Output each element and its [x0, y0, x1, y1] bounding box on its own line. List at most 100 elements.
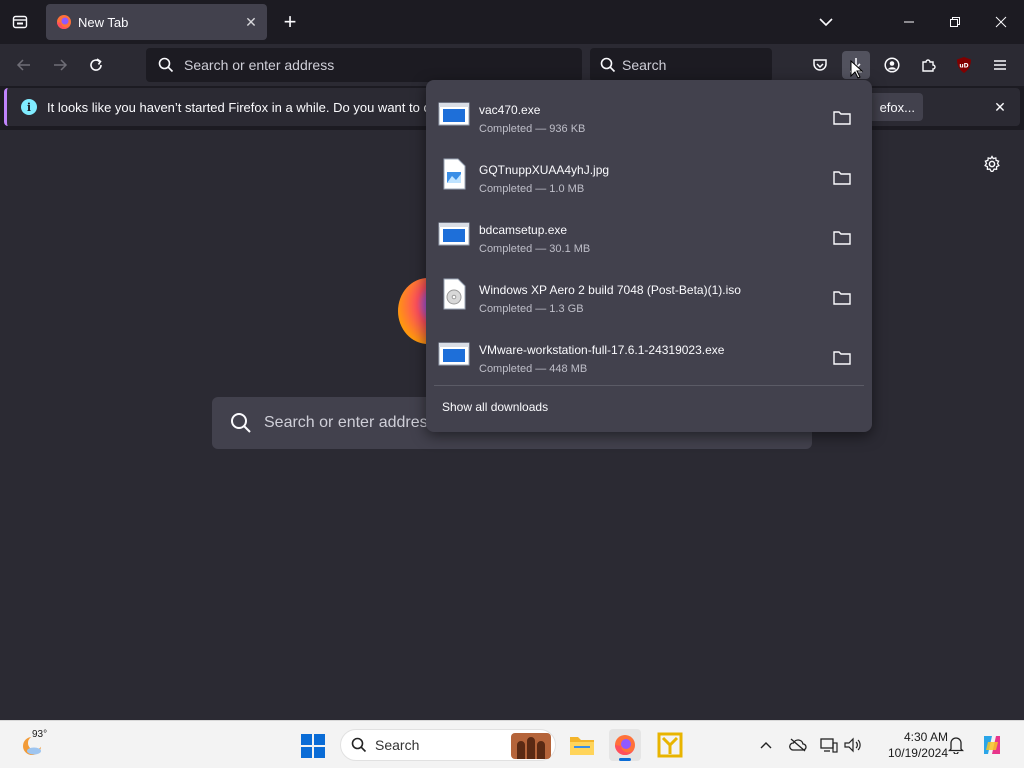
ublock-button[interactable]: uD [950, 51, 978, 79]
puzzle-icon [922, 59, 936, 72]
notifications-button[interactable] [945, 734, 967, 756]
search-icon [231, 413, 251, 433]
personalize-settings-button[interactable] [980, 152, 1004, 176]
minimize-button[interactable] [886, 0, 932, 44]
weather-temperature: 93° [32, 729, 48, 740]
reload-button[interactable] [82, 51, 110, 79]
copilot-icon [984, 736, 1000, 754]
download-filename: bdcamsetup.exe [479, 223, 568, 237]
folder-icon[interactable] [832, 229, 852, 247]
cloud-off-icon [789, 738, 807, 752]
search-icon [600, 57, 616, 73]
download-item[interactable]: vac470.exe Completed — 936 KB [426, 86, 872, 146]
close-icon [995, 16, 1007, 28]
firefox-icon [615, 735, 636, 755]
forward-button[interactable] [46, 51, 74, 79]
download-status: Completed — 936 KB [479, 123, 586, 135]
search-icon [351, 737, 367, 753]
exe-icon [438, 102, 470, 126]
tab-strip: New Tab ✕ + [0, 0, 1024, 44]
downloads-panel: vac470.exe Completed — 936 KB GQTnuppXUA… [426, 80, 872, 432]
list-all-tabs-button[interactable] [812, 8, 840, 36]
exe-icon [438, 342, 470, 366]
account-button[interactable] [878, 51, 906, 79]
minimize-icon [904, 21, 914, 23]
app-menu-button[interactable] [986, 51, 1014, 79]
download-item[interactable]: bdcamsetup.exe Completed — 30.1 MB [426, 206, 872, 266]
firefox-view-icon [12, 15, 28, 29]
bell-icon [948, 737, 964, 754]
onedrive-tray-button[interactable] [787, 734, 809, 756]
download-item[interactable]: VMware-workstation-full-17.6.1-24319023.… [426, 326, 872, 386]
pocket-button[interactable] [806, 51, 834, 79]
download-status: Completed — 1.0 MB [479, 183, 585, 195]
start-button[interactable] [300, 733, 326, 759]
show-hidden-icons-button[interactable] [755, 734, 777, 756]
tab-close-icon[interactable]: ✕ [239, 10, 263, 34]
network-icon [820, 738, 838, 753]
tab-new-tab[interactable]: New Tab ✕ [46, 4, 267, 40]
active-app-indicator [619, 758, 631, 761]
windows-taskbar: 93° Search 4:30 AM 10/19/2024 [0, 720, 1024, 768]
search-highlight-image [511, 733, 551, 759]
disc-icon [443, 278, 466, 310]
restore-icon [950, 17, 960, 27]
search-bar-placeholder: Search [622, 57, 667, 73]
mouse-cursor-icon [850, 60, 864, 79]
pinned-app-button[interactable] [654, 729, 686, 761]
url-bar[interactable]: Search or enter address [146, 48, 582, 82]
info-icon: i [21, 99, 37, 115]
reload-icon [90, 58, 102, 71]
url-bar-placeholder: Search or enter address [184, 57, 335, 73]
download-filename: VMware-workstation-full-17.6.1-24319023.… [479, 343, 725, 357]
download-status: Completed — 1.3 GB [479, 303, 584, 315]
download-filename: GQTnuppXUAA4yhJ.jpg [479, 163, 610, 177]
network-tray-button[interactable] [818, 734, 840, 756]
ublock-shield-icon: uD [957, 57, 971, 73]
new-tab-button[interactable]: + [276, 8, 304, 36]
back-button[interactable] [10, 51, 38, 79]
chevron-down-icon [819, 18, 833, 27]
show-all-downloads-button[interactable]: Show all downloads [442, 400, 548, 414]
restore-button[interactable] [932, 0, 978, 44]
windows-logo-icon [301, 734, 325, 758]
download-item[interactable]: Windows XP Aero 2 build 7048 (Post-Beta)… [426, 266, 872, 326]
close-window-button[interactable] [978, 0, 1024, 44]
taskbar-search-placeholder: Search [375, 737, 420, 753]
firefox-taskbar-button[interactable] [609, 729, 641, 761]
volume-tray-button[interactable] [842, 734, 864, 756]
download-status: Completed — 30.1 MB [479, 243, 591, 255]
folder-icon[interactable] [832, 349, 852, 367]
download-filename: vac470.exe [479, 103, 541, 117]
app-yellow-arrows-icon [657, 732, 683, 758]
clock-date: 10/19/2024 [887, 746, 948, 760]
notification-message: It looks like you haven’t started Firefo… [47, 99, 465, 115]
arrow-left-icon [16, 59, 30, 71]
pocket-icon [813, 59, 827, 71]
copilot-button[interactable] [976, 729, 1008, 761]
divider [434, 385, 864, 386]
hamburger-menu-icon [994, 60, 1006, 70]
folder-icon[interactable] [832, 169, 852, 187]
taskbar-search-box[interactable]: Search [340, 729, 556, 761]
chevron-up-icon [760, 742, 772, 749]
new-tab-search-placeholder: Search or enter address [264, 414, 436, 431]
clock-time: 4:30 AM [903, 730, 948, 744]
folder-icon[interactable] [832, 289, 852, 307]
speaker-icon [844, 737, 861, 753]
download-item[interactable]: GQTnuppXUAA4yhJ.jpg Completed — 1.0 MB [426, 146, 872, 206]
folder-icon[interactable] [832, 109, 852, 127]
download-status: Completed — 448 MB [479, 363, 588, 375]
system-clock[interactable]: 4:30 AM 10/19/2024 [872, 729, 948, 761]
file-explorer-button[interactable] [566, 729, 598, 761]
tab-title: New Tab [78, 14, 129, 30]
folder-icon [570, 737, 594, 755]
svg-text:uD: uD [959, 63, 968, 70]
account-icon [884, 57, 900, 73]
notification-close-icon[interactable]: ✕ [988, 95, 1012, 119]
firefox-view-button[interactable] [6, 8, 34, 36]
search-icon [158, 57, 174, 73]
extensions-button[interactable] [914, 51, 942, 79]
firefox-favicon-icon [57, 15, 72, 29]
search-bar[interactable]: Search [590, 48, 772, 82]
